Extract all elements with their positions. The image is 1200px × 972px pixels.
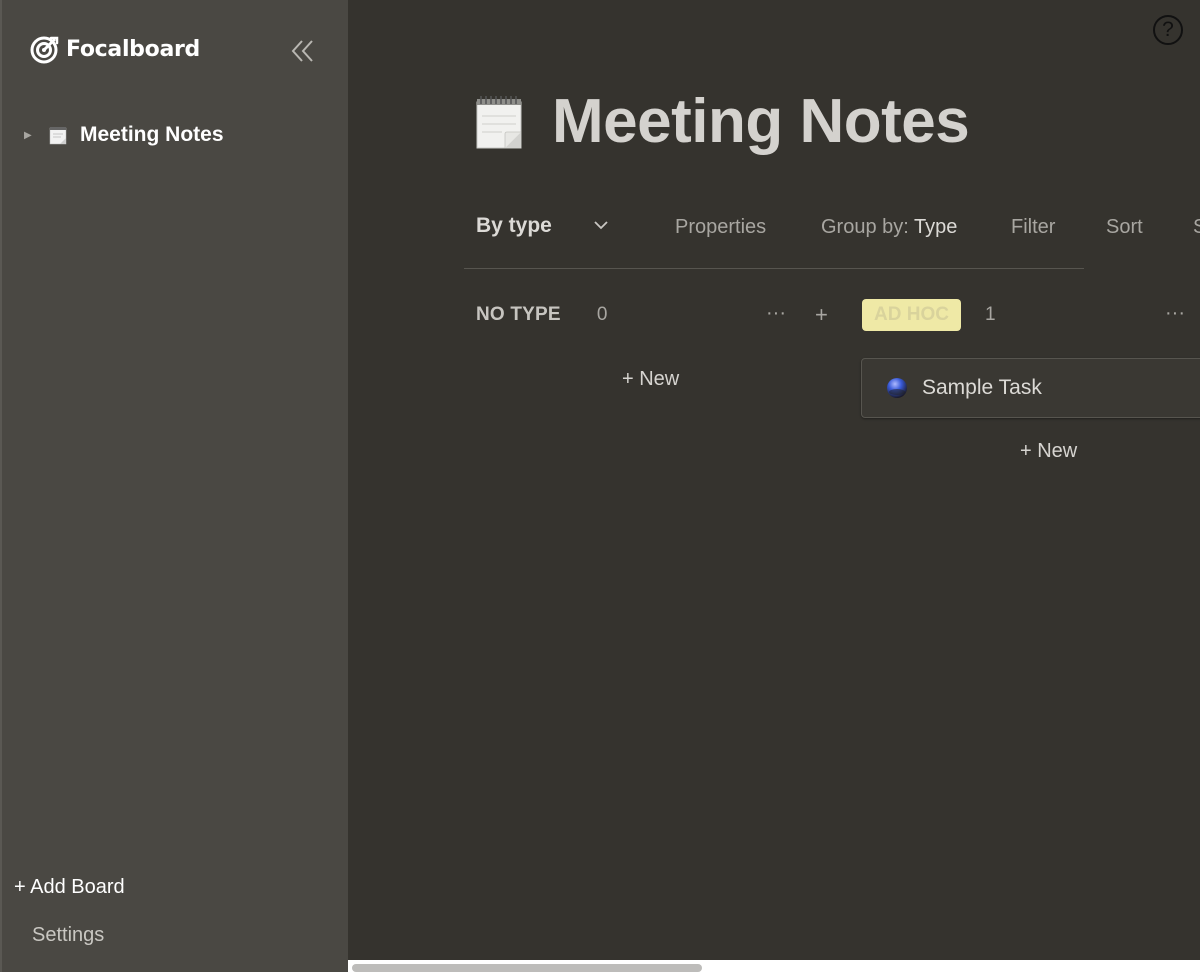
column-count: 0 <box>596 304 608 325</box>
column-title[interactable]: NO TYPE <box>476 304 561 326</box>
group-by-prefix: Group by: <box>821 216 909 238</box>
column-options-button[interactable]: ··· <box>766 302 786 325</box>
view-toolbar: By type Properties Group by: Type Filter… <box>464 210 1200 250</box>
sidebar-item-label: Meeting Notes <box>80 123 224 146</box>
sidebar: Focalboard ▶ Meeting Notes + Add Board S… <box>0 0 348 972</box>
column-header-no-type: NO TYPE 0 <box>476 298 607 332</box>
double-chevron-left-icon <box>291 40 313 62</box>
column-tag[interactable]: AD HOC <box>862 299 961 331</box>
column-options-button[interactable]: ··· <box>1165 302 1185 325</box>
filter-button[interactable]: Filter <box>1011 216 1055 239</box>
target-icon <box>30 36 59 64</box>
notepad-icon[interactable] <box>474 94 524 150</box>
toolbar-divider <box>464 268 1084 269</box>
card-sample-task[interactable]: Sample Task <box>861 358 1200 418</box>
card-title: Sample Task <box>922 376 1042 399</box>
new-card-button[interactable]: + New <box>622 368 679 391</box>
sort-button[interactable]: Sort <box>1106 216 1143 239</box>
chevron-down-icon[interactable] <box>592 216 610 234</box>
properties-button[interactable]: Properties <box>675 216 766 239</box>
collapse-sidebar-button[interactable] <box>288 38 318 64</box>
new-card-button[interactable]: + New <box>1020 440 1077 463</box>
app-logo[interactable]: Focalboard <box>30 32 200 66</box>
ball-icon <box>887 378 907 398</box>
add-card-button[interactable]: + <box>815 302 828 328</box>
group-by-value: Type <box>914 216 958 238</box>
column-count: 1 <box>984 304 996 325</box>
add-board-button[interactable]: + Add Board <box>14 876 125 899</box>
settings-button[interactable]: Settings <box>32 924 104 947</box>
view-selector[interactable]: By type <box>476 214 552 238</box>
disclosure-triangle-icon[interactable]: ▶ <box>24 130 36 141</box>
scrollbar-thumb[interactable] <box>352 964 702 972</box>
app-name: Focalboard <box>66 36 200 62</box>
group-by-button[interactable]: Group by: Type <box>821 216 957 239</box>
sidebar-item-meeting-notes[interactable]: ▶ Meeting Notes <box>24 120 224 150</box>
column-title: AD HOC <box>874 304 949 325</box>
search-button[interactable]: S <box>1193 216 1200 239</box>
help-button[interactable]: ? <box>1153 15 1183 45</box>
column-header-ad-hoc: AD HOC 1 <box>862 298 996 332</box>
notepad-icon <box>49 127 67 145</box>
board-title[interactable]: Meeting Notes <box>552 86 970 157</box>
board-header: Meeting Notes <box>474 86 970 157</box>
